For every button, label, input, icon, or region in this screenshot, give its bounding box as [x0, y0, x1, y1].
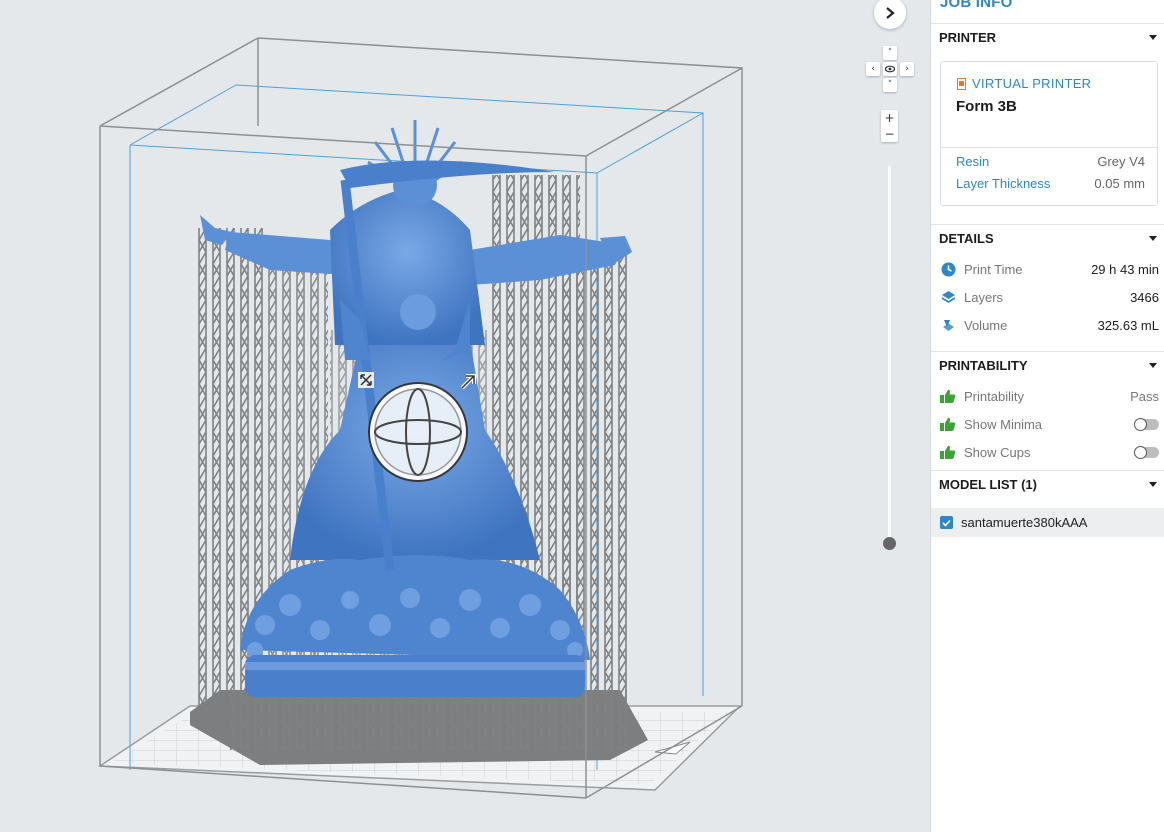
checkmark-icon — [942, 519, 951, 527]
pan-right-button[interactable]: › — [900, 62, 914, 76]
chevron-right-icon — [886, 7, 895, 19]
model-list-item[interactable]: santamuerte380kAAA — [931, 508, 1164, 537]
layers-label: Layers — [964, 289, 1004, 305]
model-list-section-title: MODEL LIST (1) — [939, 477, 1037, 492]
rotate-gizmo[interactable] — [368, 382, 468, 482]
pan-left-button[interactable]: ‹ — [866, 62, 880, 76]
layer-thickness-label[interactable]: Layer Thickness — [956, 176, 1050, 191]
printability-section-header[interactable]: PRINTABILITY — [931, 351, 1164, 379]
job-info-panel: JOB INFO PRINTER VIRTUAL PRINTER Form 3B… — [930, 0, 1164, 832]
details-section-title: DETAILS — [939, 231, 994, 246]
zoom-control: + − — [881, 110, 898, 142]
print-time-value: 29 h 43 min — [1091, 261, 1159, 277]
printability-label: Printability — [964, 388, 1024, 404]
printer-icon — [957, 77, 966, 90]
show-minima-label: Show Minima — [964, 416, 1043, 432]
resin-label[interactable]: Resin — [956, 154, 989, 169]
view-navigation-pad: ˄ ‹ › ˅ — [866, 46, 914, 92]
volume-label: Volume — [964, 317, 1008, 333]
thumbs-up-icon — [940, 388, 956, 404]
model-name: santamuerte380kAAA — [961, 515, 1088, 530]
pan-down-button[interactable]: ˅ — [883, 78, 897, 92]
virtual-printer-label: VIRTUAL PRINTER — [972, 76, 1092, 91]
printer-section-header[interactable]: PRINTER — [931, 23, 1164, 51]
printer-card[interactable]: VIRTUAL PRINTER Form 3B Resin Grey V4 La… — [940, 61, 1158, 206]
resin-value: Grey V4 — [1097, 154, 1145, 169]
details-section-header[interactable]: DETAILS — [931, 224, 1164, 252]
volume-row: Volume 325.63 mL — [940, 315, 1159, 335]
print-time-row: Print Time 29 h 43 min — [940, 259, 1159, 279]
scale-handle-icon[interactable] — [358, 372, 374, 388]
caret-down-icon — [1149, 482, 1157, 487]
printability-section-title: PRINTABILITY — [939, 358, 1028, 373]
print-time-label: Print Time — [964, 261, 1023, 277]
eye-icon — [885, 65, 895, 73]
printer-section-title: PRINTER — [939, 30, 997, 45]
model-list-section-header[interactable]: MODEL LIST (1) — [931, 470, 1164, 498]
pan-up-button[interactable]: ˄ — [883, 46, 897, 60]
layers-icon — [940, 289, 956, 305]
show-cups-label: Show Cups — [964, 444, 1031, 460]
clock-icon — [940, 261, 956, 277]
caret-down-icon — [1149, 236, 1157, 241]
resin-row: Resin Grey V4 — [956, 154, 1145, 169]
card-divider — [941, 147, 1157, 148]
volume-icon — [940, 317, 956, 333]
show-minima-toggle[interactable] — [1134, 417, 1159, 431]
layer-thickness-row: Layer Thickness 0.05 mm — [956, 176, 1145, 191]
layer-thickness-value: 0.05 mm — [1094, 176, 1145, 191]
scene-canvas[interactable] — [0, 0, 930, 832]
printability-row: Printability Pass — [940, 386, 1159, 406]
panel-title: JOB INFO — [940, 0, 1013, 11]
show-minima-row: Show Minima — [940, 414, 1159, 434]
model-checkbox[interactable] — [940, 516, 953, 529]
volume-value: 325.63 mL — [1097, 317, 1159, 333]
layers-value: 3466 — [1130, 289, 1159, 305]
printability-value: Pass — [1130, 388, 1159, 404]
layer-slider-handle[interactable] — [883, 537, 896, 550]
zoom-out-button[interactable]: − — [881, 126, 898, 142]
caret-down-icon — [1149, 363, 1157, 368]
zoom-in-button[interactable]: + — [881, 110, 898, 126]
view-eye-button[interactable] — [883, 62, 897, 76]
printer-name: Form 3B — [956, 98, 1017, 115]
thumbs-up-icon — [940, 444, 956, 460]
3d-viewport[interactable]: ˄ ‹ › ˅ + − — [0, 0, 930, 832]
layers-row: Layers 3466 — [940, 287, 1159, 307]
thumbs-up-icon — [940, 416, 956, 432]
layer-slider-track[interactable] — [888, 166, 891, 544]
show-cups-row: Show Cups — [940, 442, 1159, 462]
caret-down-icon — [1149, 35, 1157, 40]
show-cups-toggle[interactable] — [1134, 445, 1159, 459]
